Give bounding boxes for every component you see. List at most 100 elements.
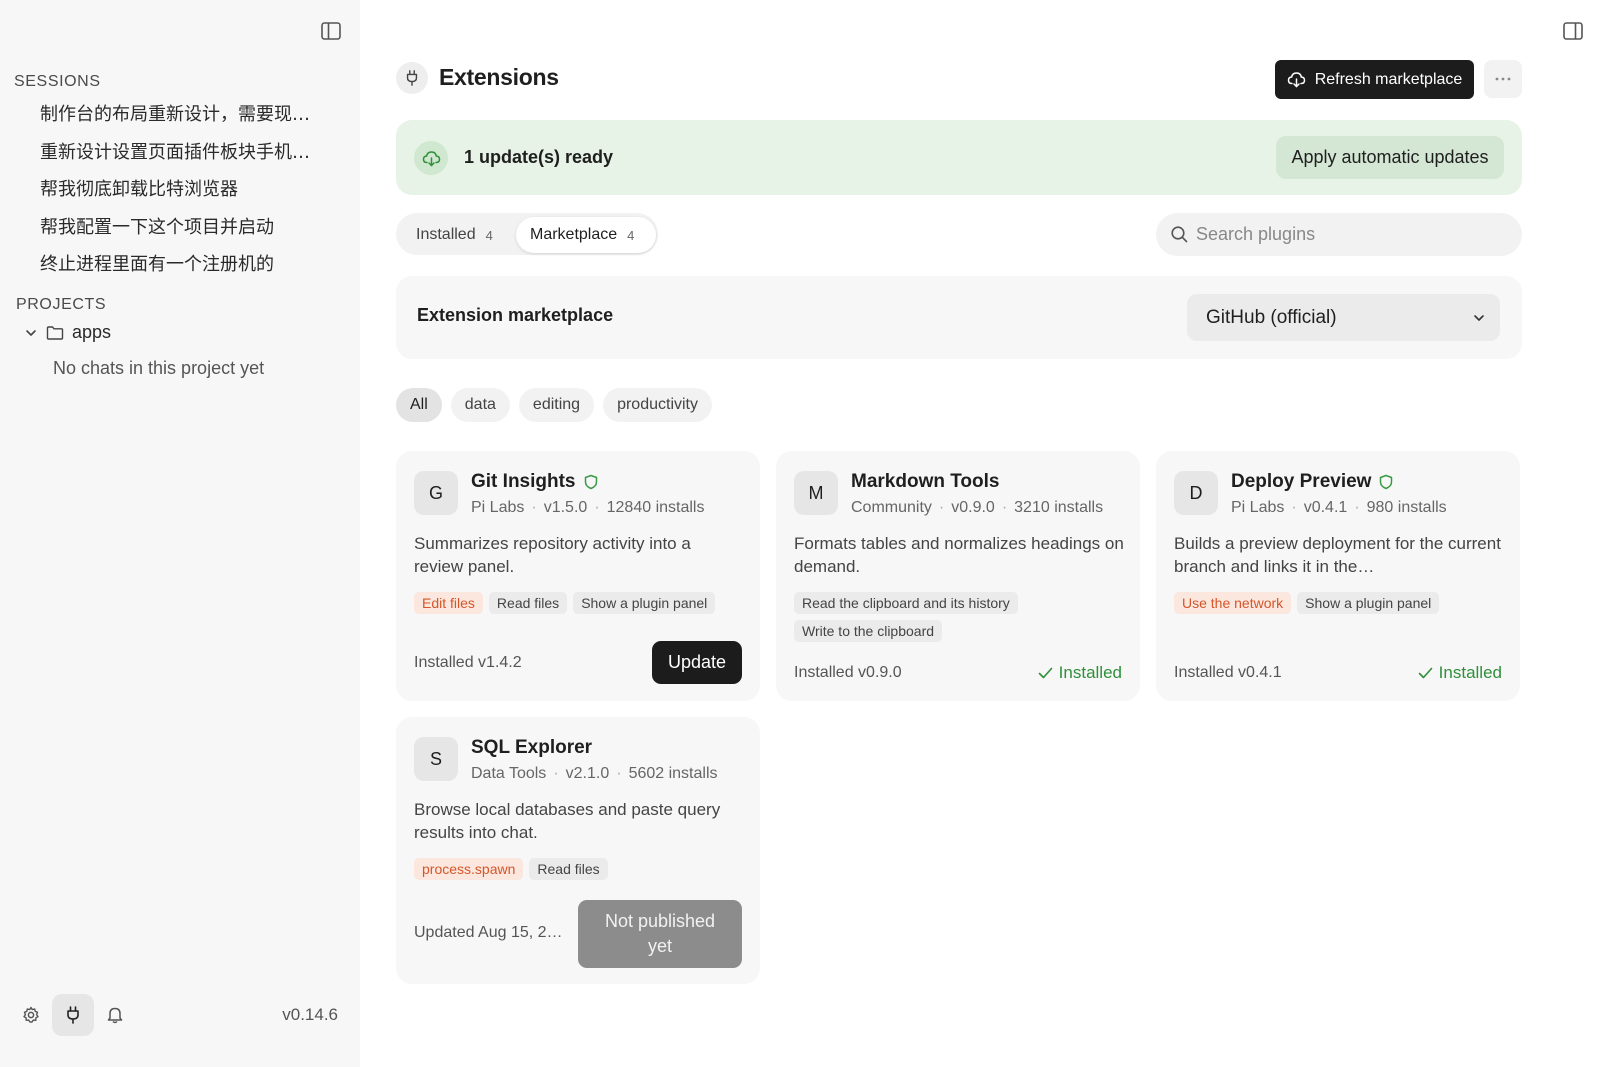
update-button[interactable]: Update <box>652 641 742 684</box>
verified-shield-icon <box>1379 474 1393 490</box>
plugin-avatar: S <box>414 737 458 781</box>
updates-banner: 1 update(s) ready Apply automatic update… <box>396 120 1522 195</box>
project-empty-text: No chats in this project yet <box>53 358 265 378</box>
marketplace-source-select[interactable]: GitHub (official) <box>1187 294 1500 341</box>
permission-tag: Read files <box>488 592 568 614</box>
chevron-down-icon <box>1472 311 1486 325</box>
plugin-version: v2.1.0 <box>565 765 610 782</box>
plugin-name: Git Insights <box>471 471 598 493</box>
plugin-name: SQL Explorer <box>471 737 592 759</box>
permission-tag: Use the network <box>1174 592 1292 614</box>
permission-list: Edit files Read files Show a plugin pane… <box>414 592 744 614</box>
permission-list: Read the clipboard and its history Write… <box>794 592 1124 642</box>
refresh-marketplace-button[interactable]: Refresh marketplace <box>1275 60 1474 99</box>
session-item[interactable]: 帮我彻底卸载比特浏览器 <box>40 177 320 215</box>
refresh-label: Refresh marketplace <box>1314 70 1463 88</box>
plugin-name: Markdown Tools <box>851 471 999 493</box>
gear-icon[interactable] <box>10 994 52 1036</box>
plugin-avatar: D <box>1174 471 1218 515</box>
plugin-installs: 5602 installs <box>628 765 718 782</box>
tab-label: Installed <box>416 226 476 243</box>
installed-version-text: Installed v0.9.0 <box>794 664 902 681</box>
session-list: 制作台的布局重新设计，需要现… 重新设计设置页面插件板块手机… 帮我彻底卸载比特… <box>40 102 320 290</box>
bell-icon[interactable] <box>94 994 136 1036</box>
plugin-name-text: Deploy Preview <box>1231 471 1372 492</box>
plugin-name-text: Git Insights <box>471 471 576 492</box>
tab-marketplace[interactable]: Marketplace 4 <box>516 217 656 253</box>
checkmark-icon <box>1418 667 1433 679</box>
ellipsis-icon <box>1494 77 1512 81</box>
not-published-button: Not published yet <box>578 900 742 968</box>
project-name: apps <box>72 322 112 342</box>
installed-label: Installed <box>1058 663 1122 682</box>
permission-tag: Show a plugin panel <box>573 592 716 614</box>
plugin-card: G Git Insights Pi Labs · v1.5.0 · 12840 inst… <box>396 451 760 701</box>
view-tabs: Installed 4 Marketplace 4 <box>396 213 658 255</box>
apply-automatic-updates-button[interactable]: Apply automatic updates <box>1276 136 1504 179</box>
filter-all[interactable]: All <box>396 388 442 422</box>
category-filters: All data editing productivity <box>396 388 712 422</box>
plug-icon <box>396 62 428 94</box>
marketplace-label: Extension marketplace <box>417 305 614 325</box>
sidebar-toggle-icon[interactable] <box>320 20 342 42</box>
plugin-publisher: Pi Labs <box>471 499 525 516</box>
plugin-card: M Markdown Tools Community · v0.9.0 · 3210 i… <box>776 451 1140 701</box>
session-item[interactable]: 终止进程里面有一个注册机的 <box>40 252 320 290</box>
tab-label: Marketplace <box>530 226 618 243</box>
session-item[interactable]: 重新设计设置页面插件板块手机… <box>40 140 320 178</box>
permission-list: Use the network Show a plugin panel <box>1174 592 1504 614</box>
permission-tag: Read files <box>529 858 608 880</box>
tab-count: 4 <box>627 227 635 243</box>
filter-productivity[interactable]: productivity <box>603 388 712 422</box>
plug-icon[interactable] <box>52 994 94 1036</box>
plugin-version: v0.9.0 <box>951 499 995 516</box>
cloud-download-icon <box>1287 71 1306 88</box>
plugin-card: D Deploy Preview Pi Labs · v0.4.1 · 980 inst… <box>1156 451 1520 701</box>
project-apps[interactable]: apps <box>24 322 111 343</box>
folder-icon <box>46 325 64 341</box>
updates-ready-text: 1 update(s) ready <box>464 147 614 167</box>
session-item[interactable]: 制作台的布局重新设计，需要现… <box>40 102 320 140</box>
session-item[interactable]: 帮我配置一下这个项目并启动 <box>40 215 320 253</box>
plugin-meta: Community · v0.9.0 · 3210 installs <box>851 499 1104 516</box>
plugin-card: S SQL Explorer Data Tools · v2.1.0 · 5602 in… <box>396 717 760 984</box>
filter-data[interactable]: data <box>450 388 510 422</box>
plugin-avatar: G <box>414 471 458 515</box>
chevron-down-icon[interactable] <box>24 326 38 340</box>
permission-tag: Write to the clipboard <box>794 620 943 642</box>
search-box <box>1156 213 1522 256</box>
plugin-meta: Data Tools · v2.1.0 · 5602 installs <box>471 765 718 782</box>
marketplace-source-panel: Extension marketplace GitHub (official) <box>396 276 1522 359</box>
plugin-description: Summarizes repository activity into a re… <box>414 534 691 576</box>
search-input[interactable] <box>1196 213 1506 256</box>
main-content: Extensions Refresh marketplace 1 update(… <box>360 0 1600 1067</box>
plugin-installs: 3210 installs <box>1014 499 1104 516</box>
checkmark-icon <box>1038 667 1053 679</box>
updated-date-text: Updated Aug 15, 2… <box>414 924 563 941</box>
plugin-meta: Pi Labs · v0.4.1 · 980 installs <box>1231 499 1447 516</box>
permission-tag: Read the clipboard and its history <box>794 592 1018 614</box>
installed-label: Installed <box>1438 663 1502 682</box>
permission-tag: Show a plugin panel <box>1297 592 1440 614</box>
installed-status: Installed <box>1418 663 1502 683</box>
plugin-publisher: Community <box>851 499 932 516</box>
verified-shield-icon <box>584 474 598 490</box>
plugin-name-text: SQL Explorer <box>471 737 593 758</box>
sidebar: SESSIONS 制作台的布局重新设计，需要现… 重新设计设置页面插件板块手机…… <box>0 0 360 1067</box>
plugin-installs: 980 installs <box>1366 499 1447 516</box>
permission-tag: process.spawn <box>414 858 524 880</box>
page-title: Extensions <box>439 64 559 90</box>
plugin-installs: 12840 installs <box>606 499 705 516</box>
cloud-download-icon <box>414 141 448 175</box>
installed-version-text: Installed v1.4.2 <box>414 654 522 671</box>
plugin-description: Browse local databases and paste query r… <box>414 800 721 842</box>
right-panel-toggle-icon[interactable] <box>1562 20 1584 42</box>
permission-tag: Edit files <box>414 592 483 614</box>
tab-installed[interactable]: Installed 4 <box>402 217 516 253</box>
filter-editing[interactable]: editing <box>518 388 595 422</box>
plugin-description: Builds a preview deployment for the curr… <box>1174 534 1501 576</box>
more-options-button[interactable] <box>1484 60 1522 98</box>
plugin-description: Formats tables and normalizes headings o… <box>794 534 1124 576</box>
projects-heading: PROJECTS <box>16 296 107 313</box>
selected-source: GitHub (official) <box>1206 306 1337 328</box>
